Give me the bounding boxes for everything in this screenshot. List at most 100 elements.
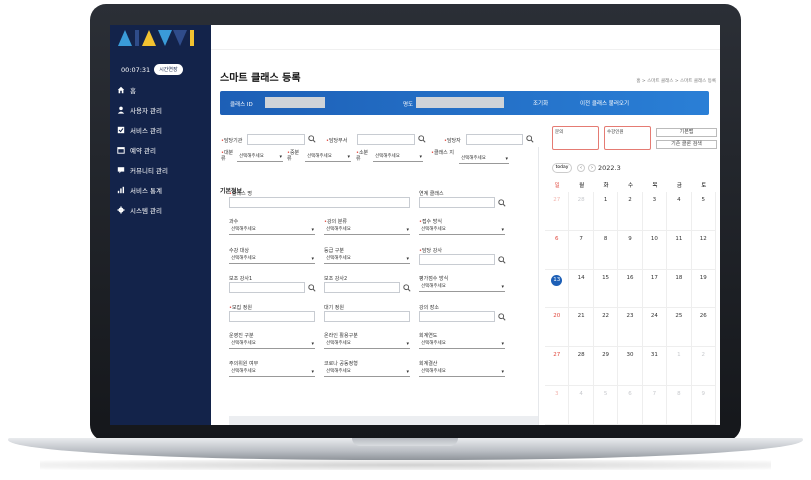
calendar-day[interactable]: 30 (618, 347, 643, 387)
weekday-label: 금 (676, 183, 682, 189)
calendar-day[interactable]: 1 (667, 347, 692, 387)
calendar-day[interactable]: 7 (569, 230, 594, 270)
calendar-day[interactable]: 9 (618, 230, 643, 270)
class-id-field[interactable] (265, 97, 325, 108)
calendar-day[interactable]: 7 (642, 386, 668, 425)
field-input[interactable] (324, 311, 410, 322)
calendar-day[interactable]: 21 (569, 308, 594, 348)
manager-input[interactable] (466, 134, 523, 145)
calendar-day[interactable]: 13 (545, 269, 570, 309)
calendar-day[interactable]: 2 (618, 192, 643, 231)
field-select[interactable]: 선택해주세요 (324, 368, 410, 377)
calendar-day[interactable]: 22 (593, 308, 619, 348)
field-select[interactable]: 선택해주세요 (419, 283, 505, 292)
field-input[interactable] (419, 311, 495, 322)
calendar-day[interactable]: 1 (593, 192, 619, 231)
field-select[interactable]: 선택해주세요 (229, 340, 315, 349)
field-select[interactable]: 선택해주세요 (229, 226, 315, 235)
calendar-day[interactable]: 28 (569, 347, 594, 387)
reset-button[interactable]: 조기화 (533, 99, 548, 107)
field-select[interactable]: 선택해주세요 (229, 368, 315, 377)
calendar-day[interactable]: 16 (618, 269, 643, 309)
capacity-box[interactable]: 수강인원 (604, 126, 651, 150)
calendar-day[interactable]: 24 (642, 308, 668, 348)
calendar-day[interactable]: 4 (569, 386, 594, 425)
next-month-button[interactable]: › (588, 164, 596, 172)
calendar-day[interactable]: 11 (667, 230, 692, 270)
sidebar-item-reservations[interactable]: 예약 관리 (117, 140, 209, 160)
major-category-select[interactable]: 선택해주세요 (237, 153, 283, 162)
field-select[interactable]: 선택해주세요 (419, 226, 505, 235)
field-select[interactable]: 선택해주세요 (324, 255, 410, 264)
dept-input[interactable] (357, 134, 415, 145)
class-name-field[interactable] (416, 97, 504, 108)
field-input[interactable] (324, 282, 400, 293)
org-input[interactable] (247, 134, 305, 145)
search-icon[interactable] (403, 284, 411, 292)
calendar-day[interactable]: 14 (569, 269, 594, 309)
search-icon[interactable] (308, 135, 316, 143)
search-icon[interactable] (498, 313, 506, 321)
middle-category-select[interactable]: 선택해주세요 (305, 153, 351, 162)
calendar-day[interactable]: 5 (691, 192, 716, 231)
calendar-day[interactable]: 9 (691, 386, 716, 425)
calendar-day[interactable]: 8 (667, 386, 692, 425)
field-input[interactable] (229, 311, 315, 322)
search-icon[interactable] (418, 135, 426, 143)
field-select[interactable]: 선택해주세요 (324, 340, 410, 349)
calendar-day[interactable]: 10 (642, 230, 668, 270)
sidebar-item-community[interactable]: 커뮤니티 관리 (117, 160, 209, 180)
field-input[interactable] (229, 197, 410, 208)
prev-month-button[interactable]: ‹ (577, 164, 585, 172)
sidebar-item-system[interactable]: 시스템 관리 (117, 200, 209, 220)
calendar-day[interactable]: 27 (545, 192, 570, 231)
extend-time-button[interactable]: 시간연장 (154, 64, 183, 75)
calendar-day[interactable]: 15 (593, 269, 619, 309)
field-label: •클래스 명 (229, 191, 252, 197)
calendar-day[interactable]: 28 (569, 192, 594, 231)
search-icon[interactable] (308, 284, 316, 292)
field-select[interactable]: 선택해주세요 (229, 255, 315, 264)
field-input[interactable] (229, 282, 305, 293)
search-icon[interactable] (498, 256, 506, 264)
minor-category-select[interactable]: 선택해주세요 (373, 153, 423, 162)
calendar-day[interactable]: 17 (642, 269, 668, 309)
search-icon[interactable] (526, 135, 534, 143)
field-select[interactable]: 선택해주세요 (419, 340, 505, 349)
calendar-day[interactable]: 8 (593, 230, 619, 270)
calendar-day[interactable]: 18 (667, 269, 692, 309)
calendar-day[interactable]: 23 (618, 308, 643, 348)
field-input[interactable] (419, 254, 495, 265)
sidebar-item-statistics[interactable]: 서비스 통계 (117, 180, 209, 200)
calendar-day[interactable]: 20 (545, 308, 570, 348)
sidebar-item-home[interactable]: 홈 (117, 80, 209, 100)
today-button[interactable]: today (552, 163, 572, 173)
calendar-day[interactable]: 6 (618, 386, 643, 425)
calendar-day[interactable]: 3 (642, 192, 668, 231)
calendar-day[interactable]: 2 (691, 347, 716, 387)
calendar-day[interactable]: 5 (593, 386, 619, 425)
sidebar-item-users[interactable]: 사용자 관리 (117, 100, 209, 120)
weekday-label: 월 (579, 183, 585, 189)
default-map-button[interactable]: 기본맵 (656, 128, 717, 137)
calendar-day[interactable]: 27 (545, 347, 570, 387)
search-icon[interactable] (498, 199, 506, 207)
calendar-day[interactable]: 4 (667, 192, 692, 231)
calendar-day[interactable]: 3 (545, 386, 570, 425)
calendar-day[interactable]: 25 (667, 308, 692, 348)
calendar-day[interactable]: 12 (691, 230, 716, 270)
existing-clone-search-button[interactable]: 기존 클론 검색 (656, 140, 717, 149)
calendar-day[interactable]: 29 (593, 347, 619, 387)
load-previous-class-button[interactable]: 이전 클래스 불러오기 (580, 99, 629, 107)
field-select[interactable]: 선택해주세요 (419, 368, 505, 377)
calendar-day[interactable]: 31 (642, 347, 668, 387)
calendar-grid: 27 28 1 2 3 4 5 6 7 8 9 10 11 12 13 14 15 16 17 18 19 20 21 22 2… (545, 192, 716, 425)
sidebar-item-services[interactable]: 서비스 관리 (117, 120, 209, 140)
inquiry-box[interactable]: 문의 (552, 126, 599, 150)
calendar-day[interactable]: 6 (545, 230, 570, 270)
field-select[interactable]: 선택해주세요 (324, 226, 410, 235)
calendar-day[interactable]: 19 (691, 269, 716, 309)
field-input[interactable] (419, 197, 495, 208)
calendar-day[interactable]: 26 (691, 308, 716, 348)
class-type-select[interactable]: 선택해주세요 (459, 155, 509, 164)
